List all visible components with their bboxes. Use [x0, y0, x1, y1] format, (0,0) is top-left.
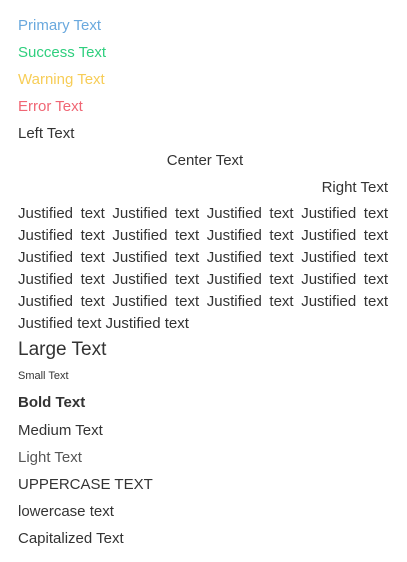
light-text: Light Text — [18, 449, 82, 466]
capitalized-text: Capitalized Text — [18, 530, 124, 547]
bold-text: Bold Text — [18, 394, 86, 411]
warning-text: Warning Text — [18, 71, 105, 88]
justified-text: Justified text Justified text Justified … — [18, 205, 388, 332]
uppercase-text: UPPERCASE TEXT — [18, 476, 153, 493]
success-text: Success Text — [18, 44, 107, 61]
left-text: Left Text — [18, 125, 75, 142]
center-text: Center Text — [166, 152, 244, 169]
text-styles-demo: Primary Text Success Text Warning Text E… — [0, 0, 407, 562]
error-text: Error Text — [18, 98, 83, 115]
small-text: Small Text — [18, 370, 69, 382]
primary-text: Primary Text — [18, 17, 102, 34]
right-text: Right Text — [321, 179, 388, 196]
lowercase-text: lowercase text — [18, 503, 114, 520]
medium-text: Medium Text — [18, 422, 103, 439]
large-text: Large Text — [18, 339, 107, 360]
